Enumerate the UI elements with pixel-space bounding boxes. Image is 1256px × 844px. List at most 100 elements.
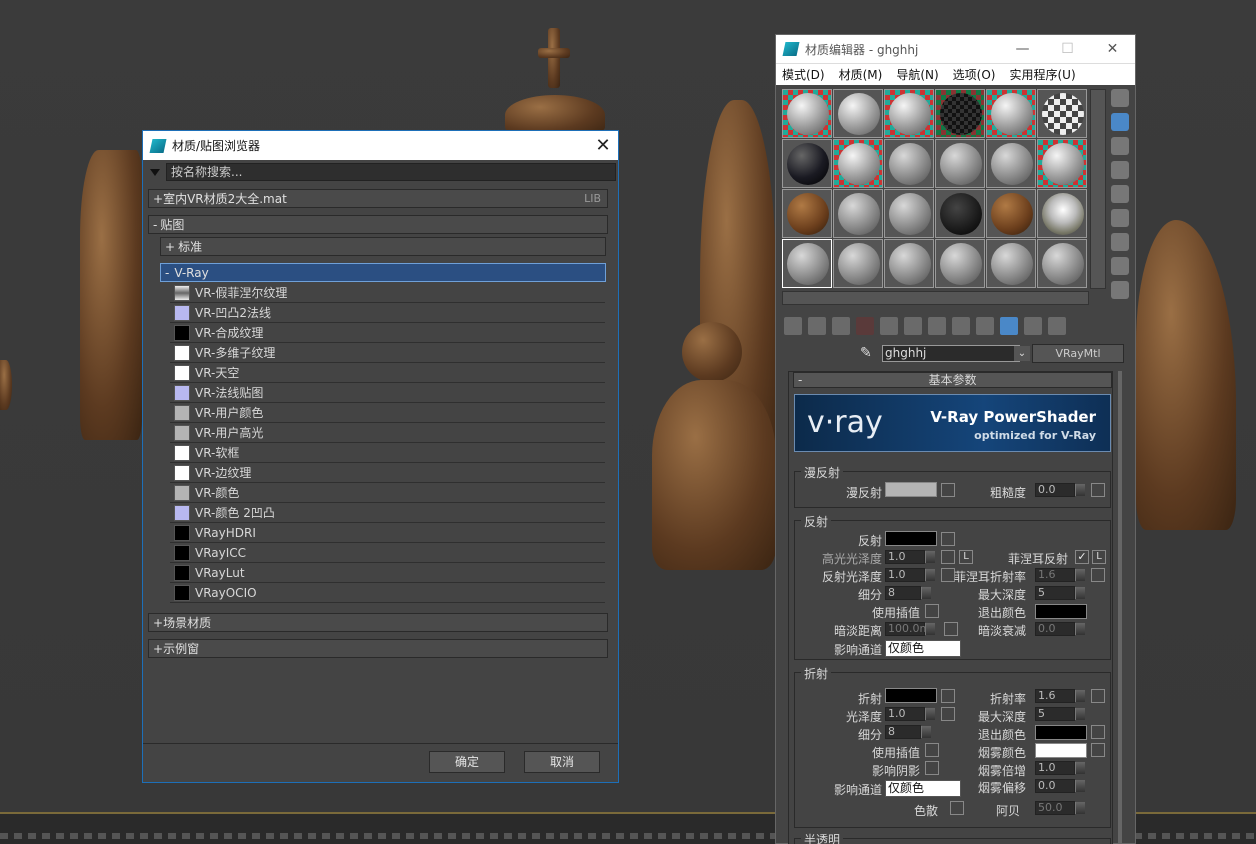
eyedropper-icon[interactable]: ✎ — [860, 345, 876, 361]
hilight-lock-button[interactable]: L — [959, 550, 973, 564]
background-icon[interactable] — [1111, 137, 1129, 155]
select-by-material-icon[interactable] — [1111, 257, 1129, 275]
sample-slot[interactable] — [935, 239, 985, 288]
sample-slot[interactable] — [833, 189, 883, 238]
menu-navigation[interactable]: 导航(N) — [896, 66, 938, 83]
group-scene-materials[interactable]: + 场景材质 — [148, 613, 608, 632]
refr-exit-color-checkbox[interactable] — [1091, 725, 1105, 739]
group-standard[interactable]: + 标准 — [160, 237, 606, 256]
dim-falloff-spinner[interactable]: 0.0 — [1035, 622, 1085, 636]
dispersion-checkbox[interactable] — [950, 801, 964, 815]
affect-channels-dropdown[interactable]: 仅颜色 — [885, 640, 961, 657]
search-input[interactable]: 按名称搜索... — [166, 163, 616, 181]
go-to-parent-icon[interactable] — [1024, 317, 1042, 335]
sample-slot[interactable] — [935, 189, 985, 238]
slots-scrollbar[interactable] — [1090, 89, 1106, 289]
exit-color-swatch[interactable] — [1035, 604, 1087, 619]
sample-slot[interactable] — [935, 89, 985, 138]
menu-material[interactable]: 材质(M) — [839, 66, 883, 83]
list-item[interactable]: VR-用户高光 — [170, 423, 605, 443]
go-forward-sibling-icon[interactable] — [1048, 317, 1066, 335]
reflect-map-button[interactable] — [941, 532, 955, 546]
copy-material-icon[interactable] — [880, 317, 898, 335]
material-name-input[interactable]: ghghhj — [882, 345, 1020, 362]
fog-bias-spinner[interactable]: 0.0 — [1035, 779, 1085, 793]
diffuse-map-button[interactable] — [941, 483, 955, 497]
list-item[interactable]: VR-颜色 — [170, 483, 605, 503]
dim-dist-checkbox[interactable] — [944, 622, 958, 636]
sample-slot[interactable] — [782, 189, 832, 238]
fog-mult-spinner[interactable]: 1.0 — [1035, 761, 1085, 775]
group-vray[interactable]: - V-Ray — [160, 263, 606, 282]
list-item[interactable]: VR-颜色 2凹凸 — [170, 503, 605, 523]
sample-slot[interactable] — [833, 89, 883, 138]
sample-slot[interactable] — [986, 139, 1036, 188]
sample-slot[interactable] — [782, 89, 832, 138]
group-maps[interactable]: - 贴图 — [148, 215, 608, 234]
slots-hscrollbar[interactable] — [782, 291, 1089, 305]
sample-slot[interactable] — [884, 139, 934, 188]
sample-slot[interactable] — [1037, 89, 1087, 138]
menu-mode[interactable]: 模式(D) — [782, 66, 825, 83]
list-item[interactable]: VR-凹凸2法线 — [170, 303, 605, 323]
reflect-color-swatch[interactable] — [885, 531, 937, 546]
material-name-dropdown-icon[interactable]: ⌄ — [1014, 346, 1030, 361]
list-item[interactable]: VR-法线贴图 — [170, 383, 605, 403]
sample-slot[interactable] — [884, 189, 934, 238]
affect-shadows-checkbox[interactable] — [925, 761, 939, 775]
sample-slot[interactable] — [833, 139, 883, 188]
sample-uv-tiling-icon[interactable] — [1111, 161, 1129, 179]
assign-to-selection-icon[interactable] — [832, 317, 850, 335]
reset-map-icon[interactable] — [856, 317, 874, 335]
group-library[interactable]: + 室内VR材质2大全.mat LIB — [148, 189, 608, 208]
sample-slot[interactable] — [1037, 239, 1087, 288]
roughness-map-button[interactable] — [1091, 483, 1105, 497]
list-item[interactable]: VR-合成纹理 — [170, 323, 605, 343]
list-item[interactable]: VR-用户颜色 — [170, 403, 605, 423]
refr-gloss-spinner[interactable]: 1.0 — [885, 707, 935, 721]
fresnel-checkbox[interactable]: ✓ — [1075, 550, 1089, 564]
sample-slot[interactable] — [986, 239, 1036, 288]
cancel-button[interactable]: 取消 — [524, 751, 600, 773]
fresnel-ior-spinner[interactable]: 1.6 — [1035, 568, 1085, 582]
refract-map-button[interactable] — [941, 689, 955, 703]
material-navigator-icon[interactable] — [1111, 281, 1129, 299]
sample-slot[interactable] — [986, 89, 1036, 138]
list-item[interactable]: VR-假菲涅尔纹理 — [170, 283, 605, 303]
material-id-channel-icon[interactable] — [952, 317, 970, 335]
get-material-icon[interactable] — [784, 317, 802, 335]
list-item[interactable]: VR-多维子纹理 — [170, 343, 605, 363]
put-to-scene-icon[interactable] — [808, 317, 826, 335]
panel-scrollbar[interactable] — [1118, 371, 1122, 844]
refr-affect-channels-dropdown[interactable]: 仅颜色 — [885, 780, 961, 797]
rollout-header[interactable]: - 基本参数 — [793, 372, 1112, 388]
refract-color-swatch[interactable] — [885, 688, 937, 703]
backlight-icon[interactable] — [1111, 113, 1129, 131]
roughness-spinner[interactable]: 0.0 — [1035, 483, 1085, 497]
menu-options[interactable]: 选项(O) — [953, 66, 996, 83]
ior-map-button[interactable] — [1091, 689, 1105, 703]
ok-button[interactable]: 确定 — [429, 751, 505, 773]
show-end-result-icon[interactable] — [1000, 317, 1018, 335]
abbe-spinner[interactable]: 50.0 — [1035, 801, 1085, 815]
sample-slot[interactable] — [884, 239, 934, 288]
subdivs-spinner[interactable]: 8 — [885, 586, 931, 600]
hilight-gloss-map-button[interactable] — [941, 550, 955, 564]
sample-slot[interactable] — [884, 89, 934, 138]
sample-slot[interactable] — [1037, 189, 1087, 238]
list-item[interactable]: VRayICC — [170, 543, 605, 563]
refr-gloss-map-button[interactable] — [941, 707, 955, 721]
fresnel-ior-map-button[interactable] — [1091, 568, 1105, 582]
close-icon[interactable]: ✕ — [1090, 41, 1135, 57]
list-item[interactable]: VRayHDRI — [170, 523, 605, 543]
group-sample-slots[interactable]: + 示例窗 — [148, 639, 608, 658]
menu-utilities[interactable]: 实用程序(U) — [1009, 66, 1075, 83]
use-interp-checkbox[interactable] — [925, 604, 939, 618]
sample-slot[interactable] — [986, 189, 1036, 238]
diffuse-color-swatch[interactable] — [885, 482, 937, 497]
options-icon[interactable] — [1111, 233, 1129, 251]
fresnel-lock-button[interactable]: L — [1092, 550, 1106, 564]
show-shaded-map-icon[interactable] — [976, 317, 994, 335]
sample-slot[interactable] — [1037, 139, 1087, 188]
ior-spinner[interactable]: 1.6 — [1035, 689, 1085, 703]
